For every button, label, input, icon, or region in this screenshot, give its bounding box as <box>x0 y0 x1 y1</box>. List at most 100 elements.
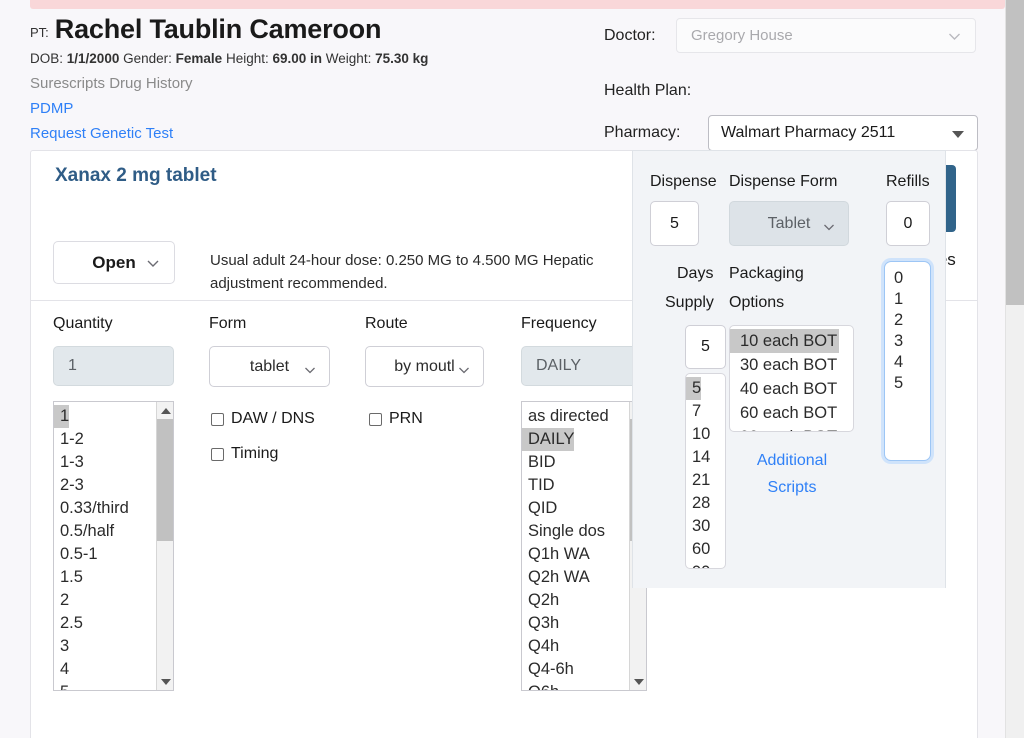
list-item[interactable]: 1 <box>885 289 930 310</box>
weight-label: Weight: <box>326 51 372 66</box>
list-item[interactable]: 14 <box>686 446 725 469</box>
days-supply-input[interactable]: 5 <box>685 325 726 369</box>
daw-dns-checkbox[interactable]: DAW / DNS <box>211 410 315 428</box>
surescripts-drug-history-label: Surescripts Drug History <box>30 75 428 92</box>
prn-checkbox[interactable]: PRN <box>369 410 423 428</box>
list-item[interactable]: Q2h WA <box>522 566 646 589</box>
pharmacy-field: Pharmacy: Walmart Pharmacy 2511 <box>604 115 978 151</box>
daw-dns-label: DAW / DNS <box>231 410 315 428</box>
route-select[interactable]: by moutl <box>365 346 484 387</box>
list-item[interactable]: DAILY <box>522 428 574 451</box>
quantity-listbox-scrollbar[interactable] <box>156 402 173 690</box>
frequency-input[interactable]: DAILY <box>521 346 647 386</box>
scrollbar-thumb[interactable] <box>157 419 174 541</box>
refills-heading: Refills <box>886 173 930 191</box>
refills-input[interactable]: 0 <box>886 201 930 246</box>
days-supply-listbox[interactable]: 5710142128306090 <box>685 373 726 569</box>
list-item[interactable]: 0 <box>885 268 930 289</box>
route-select-value: by moutl <box>394 358 454 376</box>
dispense-form-select[interactable]: Tablet <box>729 201 849 246</box>
caret-down-icon <box>952 131 964 138</box>
list-item[interactable]: Q6h <box>522 681 646 691</box>
timing-label: Timing <box>231 445 278 463</box>
patient-demographics: DOB: 1/1/2000 Gender: Female Height: 69.… <box>30 51 428 66</box>
list-item[interactable]: 40 each BOT <box>730 377 853 401</box>
list-item[interactable]: 5 <box>885 373 930 394</box>
dob-value: 1/1/2000 <box>67 51 120 66</box>
scroll-up-icon[interactable] <box>157 402 174 419</box>
dispense-form-heading: Dispense Form <box>729 173 837 191</box>
additional-scripts-line1: Additional <box>733 447 851 474</box>
refills-listbox[interactable]: 012345 <box>884 261 931 461</box>
additional-scripts-link[interactable]: Additional Scripts <box>733 447 851 501</box>
list-item[interactable]: 4 <box>885 352 930 373</box>
list-item[interactable]: 21 <box>686 469 725 492</box>
alert-strip <box>30 0 1005 9</box>
doctor-select[interactable]: Gregory House <box>676 18 976 53</box>
additional-scripts-line2: Scripts <box>733 474 851 501</box>
checkbox-icon <box>211 413 224 426</box>
list-item[interactable]: 60 each BOT <box>730 401 853 425</box>
list-item[interactable]: 7 <box>686 400 725 423</box>
days-supply-heading-line1: Days <box>677 265 713 283</box>
dispense-input[interactable]: 5 <box>650 201 699 246</box>
list-item[interactable]: Single dos <box>522 520 646 543</box>
frequency-listbox[interactable]: as directedDAILYBIDTIDQIDSingle dosQ1h W… <box>521 401 647 691</box>
list-item[interactable]: Q3h <box>522 612 646 635</box>
list-item[interactable]: 3 <box>885 331 930 352</box>
checkbox-icon <box>369 413 382 426</box>
packaging-listbox[interactable]: 10 each BOT30 each BOT40 each BOT60 each… <box>729 325 854 432</box>
list-item[interactable]: 28 <box>686 492 725 515</box>
request-genetic-test-link[interactable]: Request Genetic Test <box>30 125 428 142</box>
patient-header: PT: Rachel Taublin Cameroon DOB: 1/1/200… <box>0 9 1005 150</box>
usual-dose-text: Usual adult 24-hour dose: 0.250 MG to 4.… <box>210 249 630 296</box>
pharmacy-select[interactable]: Walmart Pharmacy 2511 <box>708 115 978 151</box>
list-item[interactable]: TID <box>522 474 646 497</box>
quantity-input[interactable]: 1 <box>53 346 174 386</box>
list-item[interactable]: Q4h <box>522 635 646 658</box>
list-item[interactable]: BID <box>522 451 646 474</box>
prn-label: PRN <box>389 410 423 428</box>
list-item[interactable]: QID <box>522 497 646 520</box>
patient-name: Rachel Taublin Cameroon <box>55 14 381 45</box>
scroll-down-icon[interactable] <box>157 673 174 690</box>
form-select[interactable]: tablet <box>209 346 330 387</box>
pharmacy-select-value: Walmart Pharmacy 2511 <box>721 124 895 142</box>
list-item[interactable]: Q2h <box>522 589 646 612</box>
doctor-select-value: Gregory House <box>691 27 793 44</box>
refills-input-value: 0 <box>904 215 913 233</box>
days-supply-heading-line2: Supply <box>665 294 714 312</box>
checkbox-icon <box>211 448 224 461</box>
quantity-listbox[interactable]: 11-21-32-30.33/third0.5/half0.5-11.522.5… <box>53 401 174 691</box>
list-item[interactable]: 60 <box>686 538 725 561</box>
list-item[interactable]: 90 <box>686 561 725 569</box>
list-item[interactable]: 10 <box>686 423 725 446</box>
page-viewport: PT: Rachel Taublin Cameroon DOB: 1/1/200… <box>0 0 1005 738</box>
page-scrollbar[interactable] <box>1005 0 1024 738</box>
chevron-down-icon <box>144 254 162 272</box>
doctor-label: Doctor: <box>604 27 674 45</box>
list-item[interactable]: Q4-6h <box>522 658 646 681</box>
frequency-heading: Frequency <box>521 315 597 333</box>
quantity-input-value: 1 <box>68 357 77 375</box>
scroll-down-icon[interactable] <box>630 673 647 690</box>
patient-name-row: PT: Rachel Taublin Cameroon <box>30 14 428 45</box>
status-select[interactable]: Open <box>53 241 175 284</box>
frequency-input-value: DAILY <box>536 357 581 375</box>
list-item[interactable]: 1 <box>54 405 69 428</box>
list-item[interactable]: 90 each BOT <box>730 425 853 432</box>
list-item[interactable]: 5 <box>686 377 701 400</box>
scrollbar-thumb[interactable] <box>1006 0 1024 305</box>
list-item[interactable]: as directed <box>522 405 646 428</box>
status-select-value: Open <box>92 253 135 273</box>
list-item[interactable]: 30 each BOT <box>730 353 853 377</box>
list-item[interactable]: 30 <box>686 515 725 538</box>
route-heading: Route <box>365 315 408 333</box>
list-item[interactable]: 10 each BOT <box>730 329 839 353</box>
timing-checkbox[interactable]: Timing <box>211 445 278 463</box>
health-plan-label: Health Plan: <box>604 82 691 100</box>
list-item[interactable]: 2 <box>885 310 930 331</box>
list-item[interactable]: Q1h WA <box>522 543 646 566</box>
height-label: Height: <box>226 51 269 66</box>
pdmp-link[interactable]: PDMP <box>30 100 428 117</box>
